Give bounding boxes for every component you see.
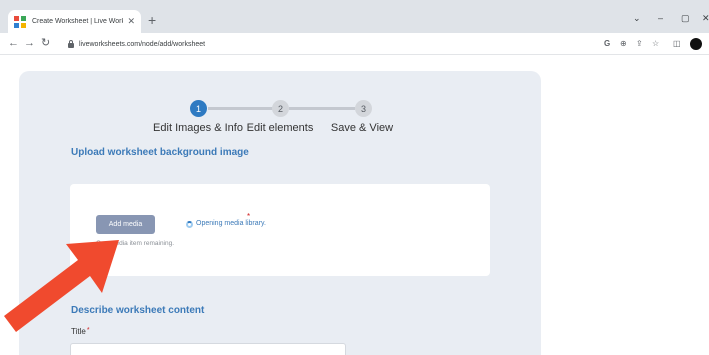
step-3-label: Save & View — [330, 122, 394, 134]
step-1-label: Edit Images & Info — [153, 122, 243, 134]
extension-icon[interactable]: ⊕ — [620, 39, 627, 49]
forward-arrow-icon[interactable]: → — [24, 37, 35, 49]
loading-spinner-icon — [186, 221, 193, 228]
google-icon[interactable]: G — [604, 39, 610, 49]
chevron-down-icon[interactable]: ⌄ — [633, 13, 641, 24]
bookmark-star-icon[interactable]: ☆ — [652, 39, 659, 49]
new-tab-icon[interactable]: + — [148, 12, 156, 28]
profile-avatar[interactable] — [690, 38, 702, 50]
step-2-indicator[interactable]: 2 — [272, 100, 289, 117]
title-field-label: Title* — [71, 327, 90, 336]
close-tab-icon[interactable]: ✕ — [127, 16, 135, 27]
lock-icon — [68, 40, 74, 48]
browser-toolbar: ← → ↻ liveworksheets.com/node/add/worksh… — [0, 33, 709, 55]
back-arrow-icon[interactable]: ← — [8, 37, 19, 49]
browser-tab-strip: Create Worksheet | Live Workshe ✕ + ⌄ – … — [0, 0, 709, 33]
step-1-indicator[interactable]: 1 — [190, 100, 207, 117]
reload-icon[interactable]: ↻ — [41, 37, 50, 49]
content-section-heading: Describe worksheet content — [71, 305, 205, 316]
media-status-text: Opening media library. — [196, 220, 266, 227]
browser-tab[interactable]: Create Worksheet | Live Workshe ✕ — [8, 10, 141, 33]
upload-section-heading: Upload worksheet background image — [71, 147, 249, 158]
required-mark: * — [86, 327, 90, 334]
title-input[interactable] — [70, 343, 346, 355]
step-connector — [208, 107, 274, 110]
step-2-label: Edit elements — [246, 122, 314, 134]
minimize-icon[interactable]: – — [658, 13, 663, 23]
add-media-button[interactable]: Add media — [96, 215, 155, 234]
side-panel-icon[interactable]: ◫ — [673, 39, 681, 49]
step-3-indicator[interactable]: 3 — [355, 100, 372, 117]
close-window-icon[interactable]: ✕ — [702, 13, 709, 24]
liveworksheets-favicon-icon — [14, 15, 26, 28]
media-remaining-text: One media item remaining. — [96, 240, 175, 247]
restore-icon[interactable]: ▢ — [681, 13, 690, 24]
required-mark: * — [247, 212, 251, 221]
address-bar[interactable]: liveworksheets.com/node/add/worksheet — [62, 36, 602, 52]
share-icon[interactable]: ⇪ — [636, 39, 643, 49]
url-text: liveworksheets.com/node/add/worksheet — [79, 40, 206, 48]
step-connector — [289, 107, 355, 110]
tab-title: Create Worksheet | Live Workshe — [32, 18, 123, 25]
